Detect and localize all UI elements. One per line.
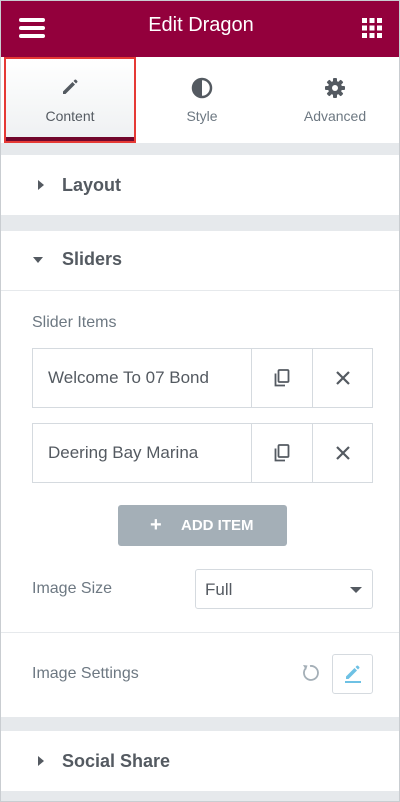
section-social-share[interactable]: Social Share bbox=[1, 731, 399, 791]
image-settings-label: Image Settings bbox=[32, 665, 139, 682]
divider bbox=[1, 632, 399, 633]
section-gap bbox=[1, 791, 399, 801]
reset-icon bbox=[303, 665, 319, 681]
tab-style[interactable]: Style bbox=[135, 57, 269, 143]
caret-down-icon bbox=[33, 257, 43, 263]
image-settings-edit-button[interactable] bbox=[332, 654, 373, 694]
section-sliders[interactable]: Sliders bbox=[1, 231, 399, 291]
remove-button[interactable] bbox=[312, 349, 373, 407]
half-circle-icon bbox=[191, 77, 213, 99]
slider-items-label: Slider Items bbox=[32, 314, 117, 331]
chevron-down-icon bbox=[350, 587, 362, 593]
image-size-value: Full bbox=[205, 580, 233, 599]
copy-icon bbox=[274, 369, 290, 387]
pencil-icon bbox=[345, 665, 361, 683]
section-social-share-title: Social Share bbox=[62, 751, 171, 771]
remove-button[interactable] bbox=[312, 424, 373, 482]
gear-icon bbox=[325, 78, 345, 98]
add-item-label: ADD ITEM bbox=[181, 517, 254, 534]
close-icon bbox=[336, 446, 350, 460]
section-gap bbox=[1, 717, 399, 731]
section-layout[interactable]: Layout bbox=[1, 155, 399, 215]
active-tab-indicator bbox=[6, 137, 134, 141]
close-icon bbox=[336, 371, 350, 385]
tab-style-label: Style bbox=[186, 108, 218, 124]
repeater-item: Welcome To 07 Bond bbox=[32, 348, 373, 408]
image-size-label: Image Size bbox=[32, 580, 113, 597]
panel-header: Edit Dragon bbox=[1, 1, 399, 57]
tab-advanced-label: Advanced bbox=[303, 108, 367, 124]
repeater-item-title[interactable]: Deering Bay Marina bbox=[33, 424, 251, 482]
plus-icon: + bbox=[150, 514, 162, 536]
repeater-item-title[interactable]: Welcome To 07 Bond bbox=[33, 349, 251, 407]
duplicate-button[interactable] bbox=[251, 424, 312, 482]
section-gap bbox=[1, 215, 399, 231]
image-size-select[interactable]: Full bbox=[195, 569, 373, 609]
repeater-item: Deering Bay Marina bbox=[32, 423, 373, 483]
editor-panel: Edit Dragon Content Style Advanced Layou… bbox=[0, 0, 400, 802]
reset-button[interactable] bbox=[300, 663, 320, 683]
pencil-icon bbox=[63, 79, 78, 94]
grid-icon[interactable] bbox=[361, 17, 383, 39]
add-item-button[interactable]: + ADD ITEM bbox=[118, 505, 287, 546]
caret-right-icon bbox=[38, 180, 44, 190]
divider bbox=[1, 290, 399, 291]
copy-icon bbox=[274, 444, 290, 462]
section-gap bbox=[1, 143, 399, 155]
panel-tabs: Content Style Advanced bbox=[1, 57, 399, 143]
tab-advanced[interactable]: Advanced bbox=[269, 57, 399, 143]
panel-title: Edit Dragon bbox=[148, 14, 254, 36]
caret-right-icon bbox=[38, 756, 44, 766]
duplicate-button[interactable] bbox=[251, 349, 312, 407]
tab-content[interactable]: Content bbox=[4, 57, 136, 143]
tab-content-label: Content bbox=[45, 108, 95, 124]
section-sliders-title: Sliders bbox=[62, 249, 123, 269]
section-layout-title: Layout bbox=[62, 175, 122, 195]
